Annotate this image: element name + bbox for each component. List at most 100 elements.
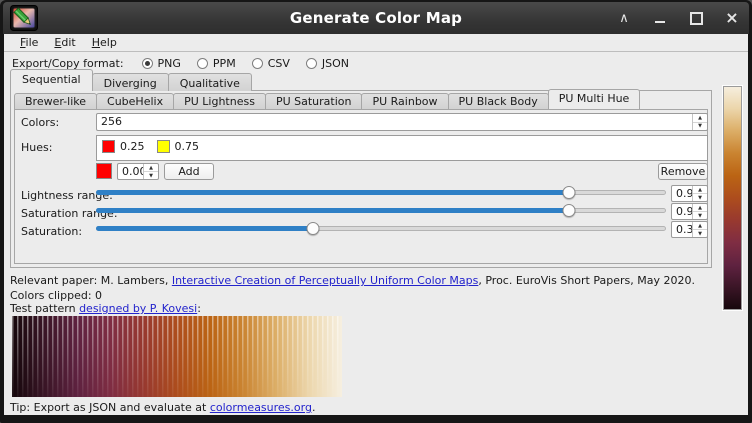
- colors-clipped-line: Colors clipped: 0: [10, 289, 102, 302]
- paper-link[interactable]: Interactive Creation of Perceptually Uni…: [172, 274, 479, 287]
- spin-up-icon[interactable]: ▲: [693, 222, 707, 230]
- hue-editor-value[interactable]: 0.00: [118, 164, 143, 179]
- pu-multi-hue-panel: Colors: 256 ▲ ▼ Hues: 0.25 0.75: [14, 109, 708, 264]
- spin-up-icon[interactable]: ▲: [693, 114, 707, 123]
- spin-down-icon[interactable]: ▼: [693, 230, 707, 237]
- spin-up-icon[interactable]: ▲: [693, 204, 707, 212]
- radio-json-icon: [306, 58, 317, 69]
- menu-file[interactable]: File: [12, 35, 46, 50]
- hue-list-item[interactable]: 0.75: [157, 140, 200, 153]
- titlebar: Generate Color Map ∧ ×: [3, 2, 749, 34]
- hue-value: 0.75: [175, 140, 200, 153]
- app-window: Generate Color Map ∧ × File Edit Help Ex…: [0, 0, 752, 423]
- colormeasures-link[interactable]: colormeasures.org: [210, 401, 312, 414]
- spin-down-icon[interactable]: ▼: [693, 212, 707, 219]
- tip-suffix: .: [312, 401, 316, 414]
- radio-ppm-icon: [197, 58, 208, 69]
- slider-handle[interactable]: [563, 186, 576, 199]
- hue-color-swatch: [157, 140, 170, 153]
- hues-list[interactable]: 0.25 0.75: [96, 135, 708, 161]
- sub-tab-bar: Brewer-like CubeHelix PU Lightness PU Sa…: [14, 92, 639, 109]
- tab-pu-rainbow[interactable]: PU Rainbow: [361, 93, 448, 109]
- colors-spinbox[interactable]: 256 ▲ ▼: [96, 113, 708, 131]
- kovesi-link[interactable]: designed by P. Kovesi: [79, 302, 197, 315]
- saturation-slider[interactable]: [96, 222, 666, 235]
- main-tab-bar: Sequential Diverging Qualitative: [10, 73, 251, 91]
- spin-buttons: ▲ ▼: [692, 204, 707, 219]
- radio-png-label: PNG: [158, 57, 181, 70]
- test-pattern-image: [12, 316, 342, 397]
- paper-text-prefix: Relevant paper: M. Lambers,: [10, 274, 172, 287]
- saturation-value[interactable]: 0.38: [672, 222, 692, 237]
- radio-ppm[interactable]: PPM: [197, 57, 236, 70]
- tab-diverging[interactable]: Diverging: [92, 73, 169, 91]
- colormap-preview-strip: [722, 85, 743, 311]
- slider-handle[interactable]: [563, 204, 576, 217]
- hue-value: 0.25: [120, 140, 145, 153]
- slider-fill: [96, 208, 569, 213]
- spin-buttons: ▲ ▼: [692, 186, 707, 201]
- shade-window-icon[interactable]: ∧: [617, 11, 631, 25]
- tab-pu-multi-hue[interactable]: PU Multi Hue: [548, 89, 641, 109]
- hue-color-swatch: [102, 140, 115, 153]
- relevant-paper-line: Relevant paper: M. Lambers, Interactive …: [10, 274, 695, 287]
- spin-down-icon[interactable]: ▼: [693, 194, 707, 201]
- lightness-range-slider[interactable]: [96, 186, 666, 199]
- radio-png[interactable]: PNG: [142, 57, 181, 70]
- colors-value[interactable]: 256: [97, 114, 692, 130]
- colors-clipped-value: 0: [95, 289, 102, 302]
- tab-pu-saturation[interactable]: PU Saturation: [265, 93, 363, 109]
- menu-edit[interactable]: Edit: [46, 35, 83, 50]
- saturation-range-spinbox[interactable]: 0.95 ▲ ▼: [671, 203, 708, 220]
- saturation-range-slider[interactable]: [96, 204, 666, 217]
- spin-up-icon[interactable]: ▲: [693, 186, 707, 194]
- hue-editor-color-button[interactable]: [96, 163, 112, 179]
- tab-pu-lightness[interactable]: PU Lightness: [173, 93, 266, 109]
- lightness-range-spinbox[interactable]: 0.95 ▲ ▼: [671, 185, 708, 202]
- close-window-icon[interactable]: ×: [725, 11, 739, 25]
- minimize-window-icon[interactable]: [653, 11, 667, 25]
- spin-up-icon[interactable]: ▲: [144, 164, 158, 172]
- spin-buttons: ▲ ▼: [692, 222, 707, 237]
- hue-editor-spinbox[interactable]: 0.00 ▲ ▼: [117, 163, 159, 180]
- saturation-range-value[interactable]: 0.95: [672, 204, 692, 219]
- tab-cubehelix[interactable]: CubeHelix: [96, 93, 174, 109]
- test-pattern-suffix: :: [197, 302, 201, 315]
- export-format-label: Export/Copy format:: [12, 57, 124, 70]
- tab-pu-black-body[interactable]: PU Black Body: [448, 93, 549, 109]
- test-pattern-prefix: Test pattern: [10, 302, 79, 315]
- lightness-range-value[interactable]: 0.95: [672, 186, 692, 201]
- tip-prefix: Tip: Export as JSON and evaluate at: [10, 401, 210, 414]
- tab-brewer-like[interactable]: Brewer-like: [14, 93, 97, 109]
- colors-clipped-label: Colors clipped:: [10, 289, 92, 302]
- paper-text-suffix: , Proc. EuroVis Short Papers, May 2020.: [478, 274, 695, 287]
- maximize-window-icon[interactable]: [689, 11, 703, 25]
- slider-fill: [96, 226, 313, 231]
- radio-csv-icon: [252, 58, 263, 69]
- test-pattern-line: Test pattern designed by P. Kovesi:: [10, 302, 201, 315]
- menubar: File Edit Help: [4, 34, 748, 52]
- tab-qualitative[interactable]: Qualitative: [168, 73, 252, 91]
- colors-label: Colors:: [21, 116, 59, 129]
- spin-down-icon[interactable]: ▼: [693, 123, 707, 131]
- hue-list-item[interactable]: 0.25: [102, 140, 145, 153]
- saturation-spinbox[interactable]: 0.38 ▲ ▼: [671, 221, 708, 238]
- colors-spin-buttons: ▲ ▼: [692, 114, 707, 130]
- slider-fill: [96, 190, 569, 195]
- menu-help[interactable]: Help: [84, 35, 125, 50]
- remove-hue-button[interactable]: Remove: [658, 163, 708, 180]
- saturation-label: Saturation:: [21, 225, 82, 238]
- add-hue-button[interactable]: Add: [164, 163, 214, 180]
- radio-json-label: JSON: [322, 57, 349, 70]
- hue-editor-spin-buttons: ▲ ▼: [143, 164, 158, 179]
- window-controls: ∧ ×: [617, 2, 739, 34]
- radio-json[interactable]: JSON: [306, 57, 349, 70]
- radio-csv[interactable]: CSV: [252, 57, 290, 70]
- spin-down-icon[interactable]: ▼: [144, 172, 158, 179]
- hues-label: Hues:: [21, 141, 52, 154]
- radio-csv-label: CSV: [268, 57, 290, 70]
- radio-ppm-label: PPM: [213, 57, 236, 70]
- test-pattern-stripes: [12, 316, 342, 397]
- slider-handle[interactable]: [306, 222, 319, 235]
- tab-sequential[interactable]: Sequential: [10, 69, 93, 91]
